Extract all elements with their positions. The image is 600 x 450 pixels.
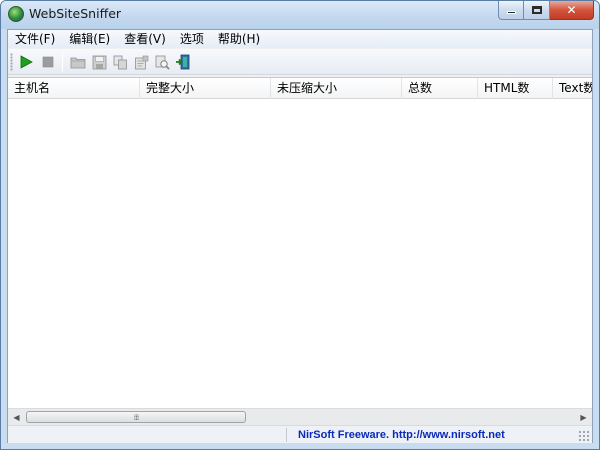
column-header-hostname[interactable]: 主机名 — [8, 78, 140, 99]
menu-file[interactable]: 文件(F) — [8, 30, 62, 48]
resize-grip-icon[interactable] — [578, 430, 590, 442]
scroll-left-icon: ◀ — [13, 412, 20, 422]
column-header-html-count[interactable]: HTML数 — [478, 78, 553, 99]
column-header-text-count[interactable]: Text数 — [553, 78, 592, 99]
column-header-uncompressed-size[interactable]: 未压缩大小 — [271, 78, 402, 99]
maximize-icon — [531, 6, 542, 14]
list-header: 主机名 完整大小 未压缩大小 总数 HTML数 Text数 — [8, 78, 592, 99]
close-icon: ✕ — [566, 3, 577, 17]
menu-view[interactable]: 查看(V) — [117, 30, 173, 48]
menu-bar: 文件(F) 编辑(E) 查看(V) 选项 帮助(H) — [8, 30, 592, 48]
minimize-button[interactable] — [498, 1, 524, 20]
column-header-full-size[interactable]: 完整大小 — [140, 78, 271, 99]
menu-options[interactable]: 选项 — [173, 30, 211, 48]
scroll-left-button[interactable]: ◀ — [8, 409, 25, 425]
menu-edit[interactable]: 编辑(E) — [62, 30, 117, 48]
stop-icon — [42, 56, 54, 68]
close-button[interactable]: ✕ — [550, 1, 594, 20]
exit-icon — [176, 54, 190, 70]
find-button[interactable] — [153, 53, 171, 71]
status-bar: NirSoft Freeware. http://www.nirsoft.net — [8, 425, 592, 443]
properties-button[interactable] — [132, 53, 150, 71]
thumb-grip-icon: ⁞⁞⁞ — [133, 412, 140, 422]
toolbar — [8, 49, 592, 75]
open-button[interactable] — [69, 53, 87, 71]
exit-button[interactable] — [174, 53, 192, 71]
scroll-right-button[interactable]: ▶ — [575, 409, 592, 425]
globe-sniffer-icon — [8, 6, 24, 22]
window-title: WebSiteSniffer — [29, 6, 122, 21]
save-button[interactable] — [90, 53, 108, 71]
copy-icon — [113, 55, 127, 69]
properties-icon — [134, 55, 148, 69]
start-capture-button[interactable] — [17, 53, 35, 71]
minimize-icon — [506, 11, 516, 14]
horizontal-scrollbar[interactable]: ◀ ⁞⁞⁞ ▶ — [8, 408, 592, 425]
host-list[interactable]: 主机名 完整大小 未压缩大小 总数 HTML数 Text数 — [8, 77, 592, 408]
open-folder-icon — [70, 57, 86, 69]
app-window: WebSiteSniffer ✕ 文件(F) 编辑(E) 查看(V) 选项 帮助… — [0, 0, 600, 450]
save-icon — [92, 55, 106, 69]
nirsoft-link[interactable]: NirSoft Freeware. http://www.nirsoft.net — [298, 427, 505, 443]
client-area: 文件(F) 编辑(E) 查看(V) 选项 帮助(H) 主机名 完整大小 未压缩大… — [7, 29, 593, 443]
status-pane-divider — [286, 428, 287, 442]
maximize-button[interactable] — [524, 1, 550, 20]
menu-help[interactable]: 帮助(H) — [211, 30, 267, 48]
scrollbar-thumb[interactable]: ⁞⁞⁞ — [26, 411, 246, 423]
column-header-total-count[interactable]: 总数 — [402, 78, 478, 99]
scroll-right-icon: ▶ — [580, 412, 587, 422]
stop-capture-button[interactable] — [39, 53, 57, 71]
play-icon — [20, 55, 33, 69]
find-icon — [155, 55, 170, 70]
toolbar-separator — [62, 52, 63, 72]
caption-buttons: ✕ — [498, 1, 594, 21]
toolbar-grip[interactable] — [10, 53, 13, 71]
copy-button[interactable] — [111, 53, 129, 71]
title-bar[interactable]: WebSiteSniffer ✕ — [1, 1, 599, 29]
